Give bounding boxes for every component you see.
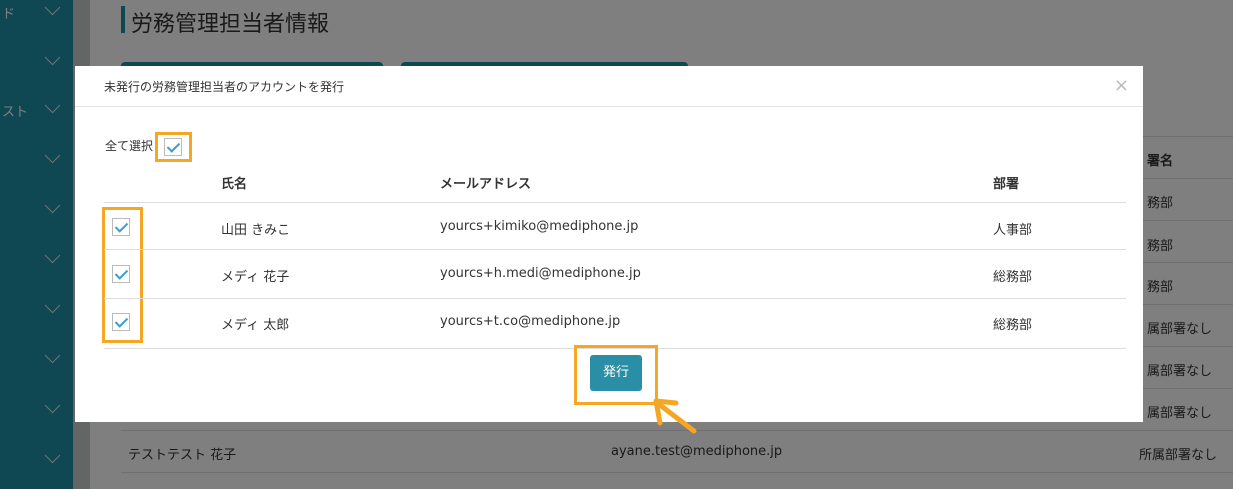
column-header-name: 氏名 [221,177,248,192]
modal-title: 未発行の労務管理担当者のアカウントを発行 [104,80,345,94]
pointer-arrow-icon [653,398,697,434]
close-icon[interactable]: × [1114,75,1129,96]
issue-account-modal: 未発行の労務管理担当者のアカウントを発行 × 全て選択 氏名 メールアドレス 部… [75,66,1143,422]
row-name: 山田 きみこ [221,223,291,238]
table-divider [104,202,1126,203]
row-email: yourcs+t.co@mediphone.jp [440,314,621,329]
row-checkbox[interactable] [112,218,130,236]
column-header-email: メールアドレス [440,177,532,192]
select-all-label: 全て選択 [105,139,154,153]
row-dept: 総務部 [993,318,1033,333]
row-checkbox[interactable] [112,313,130,331]
row-email: yourcs+kimiko@mediphone.jp [440,219,639,234]
issue-button[interactable]: 発行 [590,355,642,391]
row-dept: 総務部 [993,270,1033,285]
table-divider [104,298,1126,299]
modal-header: 未発行の労務管理担当者のアカウントを発行 × [75,66,1143,107]
row-name: メディ 太郎 [221,318,290,333]
row-email: yourcs+h.medi@mediphone.jp [440,266,641,281]
row-dept: 人事部 [993,223,1033,238]
select-all-checkbox[interactable] [164,138,182,156]
row-checkbox[interactable] [112,265,130,283]
column-header-dept: 部署 [993,177,1020,192]
row-name: メディ 花子 [221,270,290,285]
table-divider [104,249,1126,250]
